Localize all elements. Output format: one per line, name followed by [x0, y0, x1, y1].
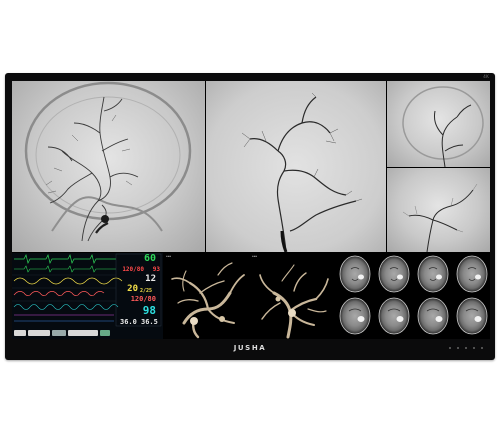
- vitals-control-bar: [14, 328, 162, 337]
- medical-display-monitor: 4K 60 120/80 93 12 20 2/25 120/80 98 36.…: [5, 73, 495, 360]
- monitor-button[interactable]: [481, 347, 483, 349]
- spo2-value: 98: [142, 304, 156, 317]
- vessel-3d-image-left: [171, 262, 245, 339]
- resolution-tag: 4K: [483, 74, 489, 79]
- resp-value: 20: [127, 284, 138, 294]
- resp-extra-value: 2/25: [140, 288, 153, 294]
- angiography-thumbnail-lower[interactable]: [387, 168, 490, 252]
- vitals-control-chip[interactable]: [14, 329, 26, 336]
- respiration-rate-value: 12: [145, 274, 156, 284]
- vessel-3d-reconstruction-left[interactable]: ▪▪▪: [164, 253, 249, 339]
- angiography-lateral-image: [241, 92, 363, 252]
- vessel-3d-reconstruction-right[interactable]: ▪▪▪: [250, 253, 335, 339]
- arterial-pressure-value: 120/80: [130, 295, 156, 303]
- vitals-control-chip[interactable]: [52, 329, 66, 336]
- vessel-3d-overlay-text: ▪▪▪: [166, 255, 172, 258]
- monitor-button[interactable]: [465, 347, 467, 349]
- monitor-button[interactable]: [449, 347, 451, 349]
- patient-vitals-panel[interactable]: 60 120/80 93 12 20 2/25 120/80 98 36.0 3…: [12, 253, 163, 339]
- display-screen: 60 120/80 93 12 20 2/25 120/80 98 36.0 3…: [12, 81, 490, 339]
- angiography-upper-image: [402, 86, 484, 167]
- angiography-frontal-view[interactable]: [12, 81, 205, 252]
- vitals-control-chip[interactable]: [100, 329, 110, 336]
- monitor-button[interactable]: [473, 347, 475, 349]
- heart-rate-value: 60: [143, 253, 156, 264]
- angiography-thumbnail-upper[interactable]: [387, 81, 490, 167]
- brand-logo: JUSHA: [233, 344, 267, 352]
- angiography-lateral-view[interactable]: [206, 81, 386, 252]
- vitals-control-chip[interactable]: [28, 329, 50, 336]
- monitor-control-buttons: [449, 347, 483, 349]
- monitor-button[interactable]: [457, 347, 459, 349]
- temperature-2-value: 36.5: [141, 318, 158, 326]
- vessel-3d-image-right: [259, 264, 329, 339]
- nibp-value: 120/80: [122, 266, 144, 273]
- mri-series-images: [339, 255, 488, 335]
- mri-series-grid[interactable]: [336, 253, 490, 339]
- angiography-lower-image: [402, 183, 478, 252]
- vessel-3d-overlay-text: ▪▪▪: [252, 255, 258, 258]
- angiography-frontal-image: [24, 81, 192, 242]
- nibp-extra-value: 93: [152, 266, 160, 273]
- temperature-1-value: 36.0: [120, 318, 137, 326]
- vitals-control-chip[interactable]: [68, 329, 98, 336]
